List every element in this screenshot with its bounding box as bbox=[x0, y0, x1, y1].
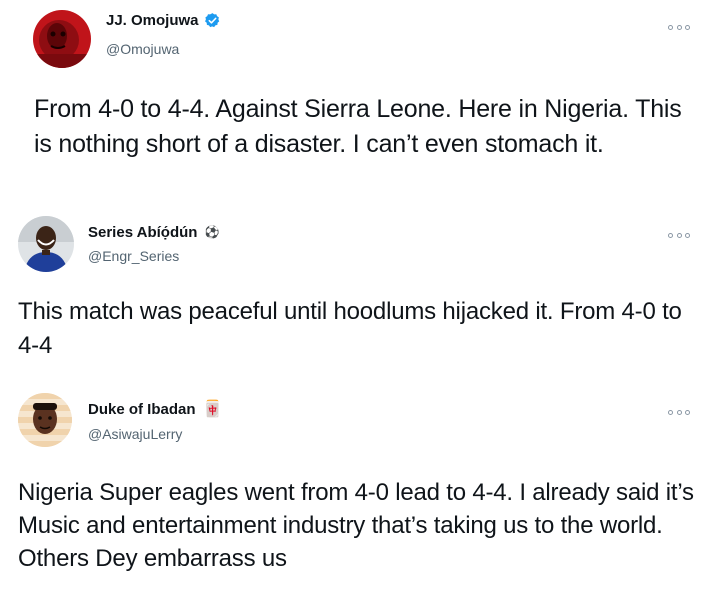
tweet-text: This match was peaceful until hoodlums h… bbox=[18, 298, 682, 359]
author-name-row[interactable]: Duke of Ibadan 🀄 bbox=[88, 401, 222, 418]
profile-photo-red-icon bbox=[33, 10, 91, 68]
tweet-feed: JJ. Omojuwa @Omojuwa From 4-0 to 4-4. Ag… bbox=[0, 0, 708, 598]
user-handle[interactable]: @Engr_Series bbox=[88, 248, 179, 264]
user-handle[interactable]: @AsiwajuLerry bbox=[88, 426, 182, 442]
verified-badge-icon bbox=[204, 12, 221, 29]
tweet-text: From 4-0 to 4-4. Against Sierra Leone. H… bbox=[34, 95, 682, 158]
more-options-icon[interactable] bbox=[668, 405, 690, 419]
display-name[interactable]: Duke of Ibadan bbox=[88, 401, 196, 418]
soccer-ball-icon: ⚽ bbox=[204, 225, 220, 239]
author-name-row[interactable]: JJ. Omojuwa bbox=[106, 12, 221, 29]
user-handle[interactable]: @Omojuwa bbox=[106, 41, 179, 57]
mahjong-tile-icon: 🀄 bbox=[202, 401, 223, 418]
more-options-icon[interactable] bbox=[668, 20, 690, 34]
author-name-row[interactable]: Series Abíọ́dún ⚽ bbox=[88, 224, 219, 241]
avatar[interactable] bbox=[18, 216, 74, 272]
avatar[interactable] bbox=[18, 393, 72, 447]
profile-photo-striped-icon bbox=[18, 393, 72, 447]
profile-photo-blue-jersey-icon bbox=[18, 216, 74, 272]
more-options-icon[interactable] bbox=[668, 228, 690, 242]
display-name[interactable]: JJ. Omojuwa bbox=[106, 12, 199, 29]
tweet-text: Nigeria Super eagles went from 4-0 lead … bbox=[18, 479, 694, 572]
display-name[interactable]: Series Abíọ́dún bbox=[88, 224, 197, 241]
avatar[interactable] bbox=[33, 10, 91, 68]
